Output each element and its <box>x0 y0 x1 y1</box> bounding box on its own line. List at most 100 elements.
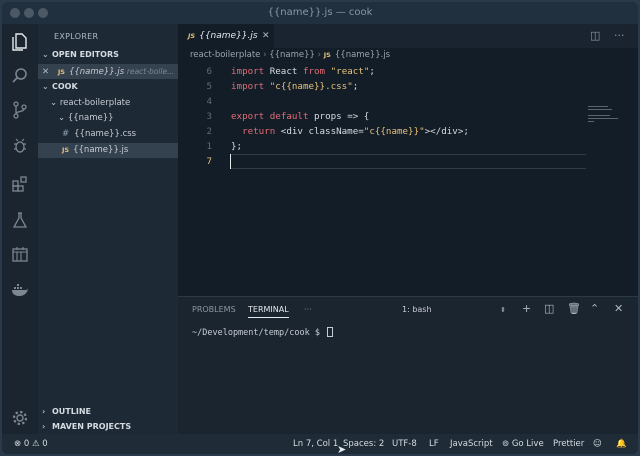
breadcrumb-item[interactable]: {{name}}.js <box>335 50 390 60</box>
close-panel-icon[interactable]: ✕ <box>614 302 623 315</box>
editor-tab-bar: JS {{name}}.js ✕ ◫ ··· <box>178 24 638 48</box>
debug-icon[interactable] <box>8 134 32 158</box>
explorer-title: EXPLORER <box>54 32 99 41</box>
indentation-status[interactable]: Spaces: 2 <box>343 434 384 454</box>
error-icon: ⊗ <box>14 439 22 449</box>
source-control-icon[interactable] <box>8 98 32 122</box>
line-number: 1 <box>206 141 212 152</box>
folder-section-cook[interactable]: ⌄ COOK <box>42 80 178 94</box>
minimap-line <box>588 109 612 110</box>
tree-file-js[interactable]: JS {{name}}.js <box>38 143 178 158</box>
tab-label: {{name}}.js <box>199 31 258 41</box>
cursor-position[interactable]: Ln 7, Col 1 <box>293 434 338 454</box>
warning-icon: ⚠ <box>31 439 40 449</box>
chevron-up-icon[interactable]: ⌃ <box>590 302 599 315</box>
terminal-cursor <box>327 327 334 337</box>
minimize-window-button[interactable] <box>24 8 34 18</box>
js-file-icon: JS <box>62 146 70 154</box>
js-file-icon: JS <box>188 32 196 40</box>
breadcrumb: react-boilerplate › {{name}} › JS {{name}… <box>190 50 391 60</box>
search-icon[interactable] <box>8 64 32 88</box>
window-title: {{name}}.js — cook <box>267 7 373 18</box>
panel-more-icon[interactable]: ··· <box>304 305 312 314</box>
minimap-line <box>588 106 608 107</box>
line-number: 4 <box>206 96 212 107</box>
split-editor-icon[interactable]: ◫ <box>590 29 600 42</box>
go-live-button[interactable]: ⊚ Go Live <box>502 434 544 454</box>
current-line-highlight <box>230 154 586 169</box>
maven-projects-section[interactable]: › MAVEN PROJECTS <box>42 420 178 434</box>
activity-bar <box>2 24 38 434</box>
breadcrumb-item[interactable]: react-boilerplate <box>190 50 260 60</box>
terminal-prompt: ~/Development/temp/cook $ <box>192 328 326 338</box>
explorer-sidebar: EXPLORER ⌄ OPEN EDITORS ✕ JS {{name}}.js r… <box>38 24 178 434</box>
chevron-down-icon: ⌄ <box>50 98 60 108</box>
line-number: 3 <box>206 111 212 122</box>
zoom-window-button[interactable] <box>38 8 48 18</box>
minimap-line <box>588 121 594 122</box>
tree-folder-react-boilerplate[interactable]: ⌄ react-boilerplate <box>38 96 178 111</box>
line-number-current: 7 <box>206 156 212 167</box>
code-line: export default props => { <box>231 111 370 122</box>
text-cursor <box>230 154 231 169</box>
code-editor[interactable]: 6 5 4 3 2 1 7 import React from "react";… <box>178 64 638 296</box>
code-line: import React from "react"; <box>231 66 375 77</box>
files-icon[interactable] <box>8 30 32 54</box>
prettier-status[interactable]: Prettier <box>553 434 584 454</box>
editor-area: JS {{name}}.js ✕ ◫ ··· react-boilerplate … <box>178 24 638 296</box>
tree-file-css[interactable]: # {{name}}.css <box>38 127 178 142</box>
broadcast-icon: ⊚ <box>502 439 510 449</box>
line-number: 6 <box>206 66 212 77</box>
chevron-down-icon: ⌄ <box>42 50 49 59</box>
select-arrows-icon: ⬍ <box>500 306 506 314</box>
calendar-icon[interactable] <box>8 242 32 266</box>
css-file-icon: # <box>62 129 70 139</box>
title-bar: {{name}}.js — cook <box>2 2 638 24</box>
more-actions-icon[interactable]: ··· <box>614 29 625 42</box>
js-file-icon: JS <box>323 51 331 59</box>
tab-terminal[interactable]: TERMINAL <box>248 305 289 318</box>
bell-icon[interactable]: 🔔 <box>616 434 627 454</box>
eol-status[interactable]: LF <box>429 434 439 454</box>
chevron-down-icon: ⌄ <box>42 82 49 91</box>
tab-problems[interactable]: PROBLEMS <box>192 305 236 314</box>
feedback-smiley-icon[interactable]: ☺ <box>593 434 602 454</box>
encoding-status[interactable]: UTF-8 <box>392 434 417 454</box>
chevron-right-icon: › <box>42 407 46 416</box>
open-editor-name: {{name}}.js <box>68 67 125 77</box>
outline-section[interactable]: › OUTLINE <box>42 405 178 419</box>
chevron-right-icon: › <box>42 422 46 431</box>
extensions-icon[interactable] <box>8 172 32 196</box>
tree-folder-name[interactable]: ⌄ {{name}} <box>38 111 178 126</box>
flask-icon[interactable] <box>8 208 32 232</box>
open-editor-path: react-boile... <box>126 67 175 76</box>
minimap-line <box>588 118 618 119</box>
terminal-select[interactable]: 1: bash ⬍ <box>398 303 508 317</box>
add-terminal-icon[interactable]: + <box>522 302 531 315</box>
breadcrumb-item[interactable]: {{name}} <box>269 50 315 60</box>
js-file-icon: JS <box>57 68 65 76</box>
problems-status[interactable]: ⊗ 0 ⚠ 0 <box>14 434 48 454</box>
docker-icon[interactable] <box>8 278 32 302</box>
minimap-line <box>588 115 610 116</box>
mouse-pointer-icon: ➤ <box>337 443 347 456</box>
close-window-button[interactable] <box>10 8 20 18</box>
code-line: return <div className="c{{name}}"></div>… <box>231 126 469 137</box>
line-number: 2 <box>206 126 212 137</box>
code-line: import "c{{name}}.css"; <box>231 81 359 92</box>
open-editor-item[interactable]: ✕ JS {{name}}.js react-boile... <box>38 64 178 79</box>
tab-name-js[interactable]: JS {{name}}.js ✕ <box>178 24 274 48</box>
close-icon[interactable]: ✕ <box>262 24 270 48</box>
close-icon[interactable]: ✕ <box>42 67 49 77</box>
trash-icon[interactable]: 🗑 <box>567 302 581 315</box>
language-mode[interactable]: JavaScript <box>450 434 493 454</box>
vscode-window: {{name}}.js — cook EXPLORER ⌄ OPEN EDITO… <box>2 2 638 454</box>
gear-icon[interactable] <box>8 406 32 430</box>
open-editors-section[interactable]: ⌄ OPEN EDITORS <box>42 48 178 62</box>
status-bar: ⊗ 0 ⚠ 0 Ln 7, Col 1 Spaces: 2 UTF-8 LF J… <box>2 434 638 454</box>
terminal-output[interactable]: ~/Development/temp/cook $ <box>192 327 334 338</box>
line-number: 5 <box>206 81 212 92</box>
split-terminal-icon[interactable]: ◫ <box>544 302 554 315</box>
terminal-panel: PROBLEMS TERMINAL ··· 1: bash ⬍ + ◫ 🗑 ⌃ … <box>178 296 638 434</box>
code-line: }; <box>231 141 243 152</box>
